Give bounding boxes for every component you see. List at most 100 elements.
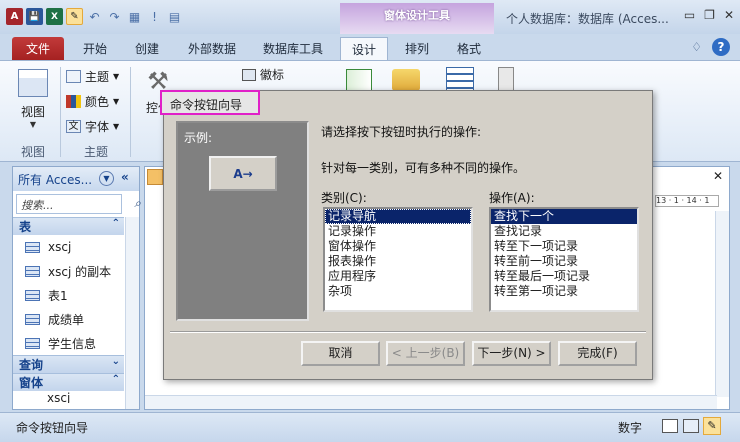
- action-option[interactable]: 转至第一项记录: [491, 284, 637, 299]
- tab-design[interactable]: 设计: [340, 37, 388, 60]
- document-tab[interactable]: [147, 169, 163, 185]
- example-panel: 示例: A→: [176, 121, 309, 321]
- vertical-scrollbar[interactable]: [715, 211, 729, 397]
- property-sheet-icon[interactable]: [392, 69, 420, 91]
- theme-icon: [66, 70, 81, 83]
- action-label: 操作(A):: [489, 191, 535, 205]
- category-option[interactable]: 应用程序: [325, 269, 471, 284]
- status-text: 命令按钮向导: [16, 421, 89, 435]
- ribbon-tab-bar: 文件 开始 创建 外部数据 数据库工具 设计 排列 格式: [0, 34, 740, 60]
- table-icon: [25, 313, 40, 325]
- tab-home[interactable]: 开始: [72, 37, 118, 60]
- horizontal-scrollbar[interactable]: [145, 395, 717, 409]
- color-palette-icon: [66, 95, 81, 108]
- add-fields-icon[interactable]: [346, 69, 372, 91]
- nav-search-input[interactable]: 搜索... ⌕: [16, 194, 141, 214]
- nav-table-item[interactable]: 表1: [13, 283, 124, 307]
- nav-form-item[interactable]: xscj: [13, 391, 124, 403]
- view-button[interactable]: 视图 ▼: [10, 67, 56, 139]
- nav-item-label: 成绩单: [48, 312, 85, 327]
- convert-macros-icon[interactable]: [498, 67, 514, 91]
- layout-view-icon[interactable]: [683, 419, 699, 433]
- action-option[interactable]: 查找记录: [491, 224, 637, 239]
- logo-button[interactable]: 徽标: [242, 66, 284, 83]
- form-design-tools-context: 窗体设计工具: [340, 3, 494, 34]
- search-icon[interactable]: ⌕: [134, 196, 141, 211]
- design-mode-icon[interactable]: ✎: [66, 8, 83, 25]
- status-bar: 命令按钮向导 数字 ✎: [0, 412, 740, 442]
- window-controls: ▭ ❐ ✕: [684, 8, 734, 22]
- chevron-up-double-icon[interactable]: ⌃: [112, 218, 120, 229]
- collapse-ribbon-icon[interactable]: ♢: [691, 40, 702, 54]
- command-button-wizard-dialog: 命令按钮向导 示例: A→ 请选择按下按钮时执行的操作: 针对每一类别，可有多种…: [160, 90, 653, 380]
- example-label: 示例:: [184, 131, 213, 145]
- nav-table-item[interactable]: xscj: [13, 235, 124, 259]
- action-listbox[interactable]: 查找下一个 查找记录 转至下一项记录 转至前一项记录 转至最后一项记录 转至第一…: [489, 207, 639, 312]
- tab-create[interactable]: 创建: [124, 37, 170, 60]
- category-option[interactable]: 记录导航: [325, 209, 471, 224]
- redo-icon[interactable]: ↷: [106, 8, 123, 25]
- tab-format[interactable]: 格式: [446, 37, 492, 60]
- category-option[interactable]: 杂项: [325, 284, 471, 299]
- table-view-icon[interactable]: ▦: [126, 8, 143, 25]
- nav-scrollbar[interactable]: [125, 217, 139, 409]
- next-button[interactable]: 下一步(N) >: [472, 341, 551, 366]
- restore-icon[interactable]: ❐: [704, 8, 715, 22]
- window-title: 个人数据库：数据库 (Acces...: [506, 12, 669, 26]
- nav-table-item[interactable]: 学生信息: [13, 331, 124, 355]
- undo-icon[interactable]: ↶: [86, 8, 103, 25]
- back-button[interactable]: < 上一步(B): [386, 341, 465, 366]
- tab-arrange[interactable]: 排列: [394, 37, 440, 60]
- cancel-button[interactable]: 取消: [301, 341, 380, 366]
- excel-icon[interactable]: X: [46, 8, 63, 25]
- action-option[interactable]: 转至最后一项记录: [491, 269, 637, 284]
- search-placeholder: 搜索...: [21, 199, 54, 212]
- form-view-icon[interactable]: [662, 419, 678, 433]
- dialog-divider: [170, 331, 646, 333]
- category-option[interactable]: 窗体操作: [325, 239, 471, 254]
- category-option[interactable]: 记录操作: [325, 224, 471, 239]
- nav-group-queries[interactable]: 查询 ⌄: [13, 355, 124, 373]
- chevron-down-double-icon[interactable]: ⌄: [112, 356, 120, 367]
- collapse-pane-icon[interactable]: «: [121, 170, 129, 184]
- category-option[interactable]: 报表操作: [325, 254, 471, 269]
- action-option[interactable]: 转至下一项记录: [491, 239, 637, 254]
- title-bar: A 💾 X ✎ ↶ ↷ ▦ ! ▤ 窗体设计工具 个人数据库：数据库 (Acce…: [0, 0, 740, 34]
- help-icon[interactable]: ?: [712, 38, 730, 56]
- nav-pane-header[interactable]: 所有 Acces... ▼ «: [13, 167, 139, 191]
- category-listbox[interactable]: 记录导航 记录操作 窗体操作 报表操作 应用程序 杂项: [323, 207, 473, 312]
- save-icon[interactable]: 💾: [26, 8, 43, 25]
- nav-group-forms[interactable]: 窗体 ⌃: [13, 373, 124, 391]
- nav-group-tables[interactable]: 表 ⌃: [13, 217, 124, 235]
- chevron-down-icon: ▼: [113, 97, 120, 106]
- close-document-icon[interactable]: ✕: [713, 169, 723, 183]
- nav-table-item[interactable]: 成绩单: [13, 307, 124, 331]
- close-icon[interactable]: ✕: [724, 8, 734, 22]
- nav-group-label: 表: [19, 220, 32, 234]
- tab-database-tools[interactable]: 数据库工具: [254, 37, 332, 60]
- chevron-down-circle-icon[interactable]: ▼: [99, 171, 114, 186]
- action-option[interactable]: 转至前一项记录: [491, 254, 637, 269]
- table-icon: [25, 289, 40, 301]
- action-option[interactable]: 查找下一个: [491, 209, 637, 224]
- access-app-icon[interactable]: A: [6, 8, 23, 25]
- font-icon: 文: [66, 120, 81, 133]
- theme-label: 主题: [85, 70, 110, 84]
- colors-button[interactable]: 颜色 ▼: [66, 93, 119, 110]
- design-view-icon[interactable]: ✎: [703, 417, 721, 435]
- run-icon[interactable]: !: [146, 8, 163, 25]
- nav-item-label: xscj 的副本: [48, 264, 112, 279]
- tab-file[interactable]: 文件: [12, 37, 64, 60]
- logo-icon: [242, 68, 256, 81]
- nav-table-item[interactable]: xscj 的副本: [13, 259, 124, 283]
- fonts-button[interactable]: 文 字体 ▼: [66, 118, 119, 135]
- finish-button[interactable]: 完成(F): [558, 341, 637, 366]
- chevron-down-icon: ▼: [113, 122, 120, 131]
- minimize-icon[interactable]: ▭: [684, 8, 695, 22]
- tab-external-data[interactable]: 外部数据: [178, 37, 246, 60]
- datasheet-icon[interactable]: ▤: [166, 8, 183, 25]
- nav-item-label: 学生信息: [48, 336, 97, 351]
- themes-button[interactable]: 主题 ▼: [66, 68, 119, 85]
- table-icon: [25, 265, 40, 277]
- chevron-up-double-icon[interactable]: ⌃: [112, 374, 120, 385]
